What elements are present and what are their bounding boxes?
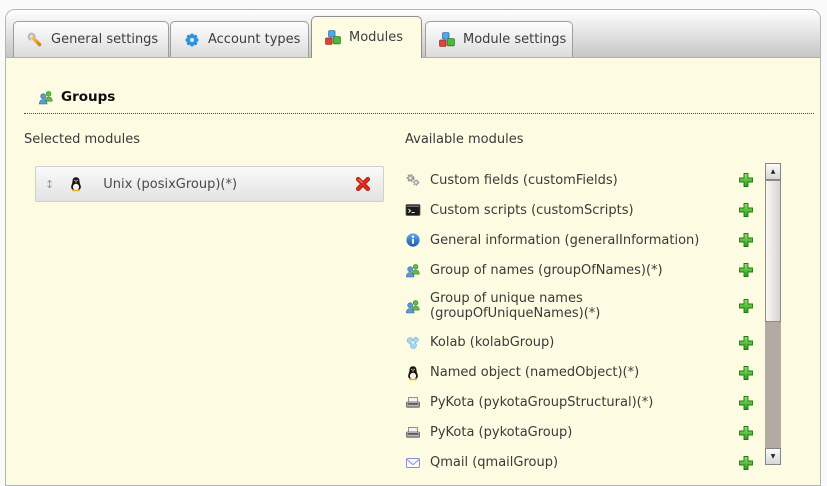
module-label: PyKota (pykotaGroup): [430, 425, 572, 440]
tab-modules[interactable]: Modules: [311, 16, 422, 58]
module-label: General information (generalInformation): [430, 233, 699, 248]
group-icon: [405, 298, 421, 314]
add-module-button[interactable]: [737, 454, 754, 471]
available-module-row: Group of names (groupOfNames)(*): [405, 261, 754, 279]
modules-icon: [325, 30, 341, 46]
add-module-button[interactable]: [737, 394, 754, 411]
available-module-row: Group of unique names (groupOfUniqueName…: [405, 291, 754, 322]
gear-icon: [184, 32, 200, 48]
available-modules-label: Available modules: [405, 132, 523, 147]
available-modules-scrollbar[interactable]: ▲ ▼: [765, 163, 781, 465]
add-module-button[interactable]: [737, 232, 754, 249]
tab-general-settings[interactable]: General settings: [13, 21, 169, 57]
add-module-button[interactable]: [737, 298, 754, 315]
available-module-row: Custom fields (customFields): [405, 171, 754, 189]
module-label: Custom scripts (customScripts): [430, 203, 634, 218]
tux-icon: [68, 176, 84, 192]
kolab-icon: [405, 335, 421, 351]
config-panel: General settings Accoun: [5, 9, 821, 486]
add-module-button[interactable]: [737, 172, 754, 189]
terminal-icon: [405, 202, 421, 218]
remove-module-button[interactable]: [354, 176, 371, 193]
tab-account-types[interactable]: Account types: [170, 21, 309, 57]
scroll-up-icon: ▲: [771, 169, 776, 175]
tab-label: Account types: [208, 32, 300, 47]
scroll-down-icon: ▼: [771, 454, 776, 460]
available-module-row: Named object (namedObject)(*): [405, 364, 754, 382]
info-icon: [405, 232, 421, 248]
add-module-button[interactable]: [737, 202, 754, 219]
module-label: Qmail (qmailGroup): [430, 455, 558, 470]
available-module-row: PyKota (pykotaGroup): [405, 424, 754, 442]
group-icon: [38, 89, 54, 105]
available-module-row: PyKota (pykotaGroupStructural)(*): [405, 394, 754, 412]
gears-icon: [405, 172, 421, 188]
scroll-up-button[interactable]: ▲: [765, 163, 781, 180]
available-module-row: Kolab (kolabGroup): [405, 334, 754, 352]
available-module-row: General information (generalInformation): [405, 231, 754, 249]
tab-label: General settings: [51, 32, 158, 47]
printer-icon: [405, 395, 421, 411]
tab-label: Module settings: [463, 32, 566, 47]
available-module-row: Custom scripts (customScripts): [405, 201, 754, 219]
section-title: Groups: [61, 89, 115, 105]
module-label: Custom fields (customFields): [430, 173, 618, 188]
lam-configuration-screen: General settings Accoun: [0, 0, 827, 486]
add-module-button[interactable]: [737, 424, 754, 441]
add-module-button[interactable]: [737, 262, 754, 279]
printer-icon: [405, 425, 421, 441]
selected-module-label: Unix (posixGroup)(*): [103, 177, 237, 192]
module-label: Group of unique names (groupOfUniqueName…: [430, 291, 625, 322]
scroll-down-button[interactable]: ▼: [765, 448, 781, 465]
available-modules-list: Custom fields (customFields) Custom scri…: [405, 171, 754, 472]
add-module-button[interactable]: [737, 364, 754, 381]
group-icon: [405, 262, 421, 278]
selected-module-row[interactable]: ↕ Unix (posixGroup)(*): [35, 166, 384, 202]
module-label: Group of names (groupOfNames)(*): [430, 263, 663, 278]
drag-handle-icon[interactable]: ↕: [45, 179, 54, 190]
scrollbar-thumb[interactable]: [765, 180, 781, 322]
modules-icon: [439, 32, 455, 48]
envelope-icon: [405, 455, 421, 471]
tab-bar: General settings Accoun: [6, 10, 820, 58]
section-heading: Groups: [24, 89, 814, 114]
module-label: Named object (namedObject)(*): [430, 365, 639, 380]
module-label: Kolab (kolabGroup): [430, 335, 554, 350]
tab-module-settings[interactable]: Module settings: [425, 21, 573, 57]
selected-modules-label: Selected modules: [24, 132, 140, 147]
wrench-icon: [27, 32, 43, 48]
tab-label: Modules: [349, 30, 403, 45]
available-module-row: Qmail (qmailGroup): [405, 454, 754, 472]
add-module-button[interactable]: [737, 334, 754, 351]
tux-icon: [405, 365, 421, 381]
module-label: PyKota (pykotaGroupStructural)(*): [430, 395, 653, 410]
